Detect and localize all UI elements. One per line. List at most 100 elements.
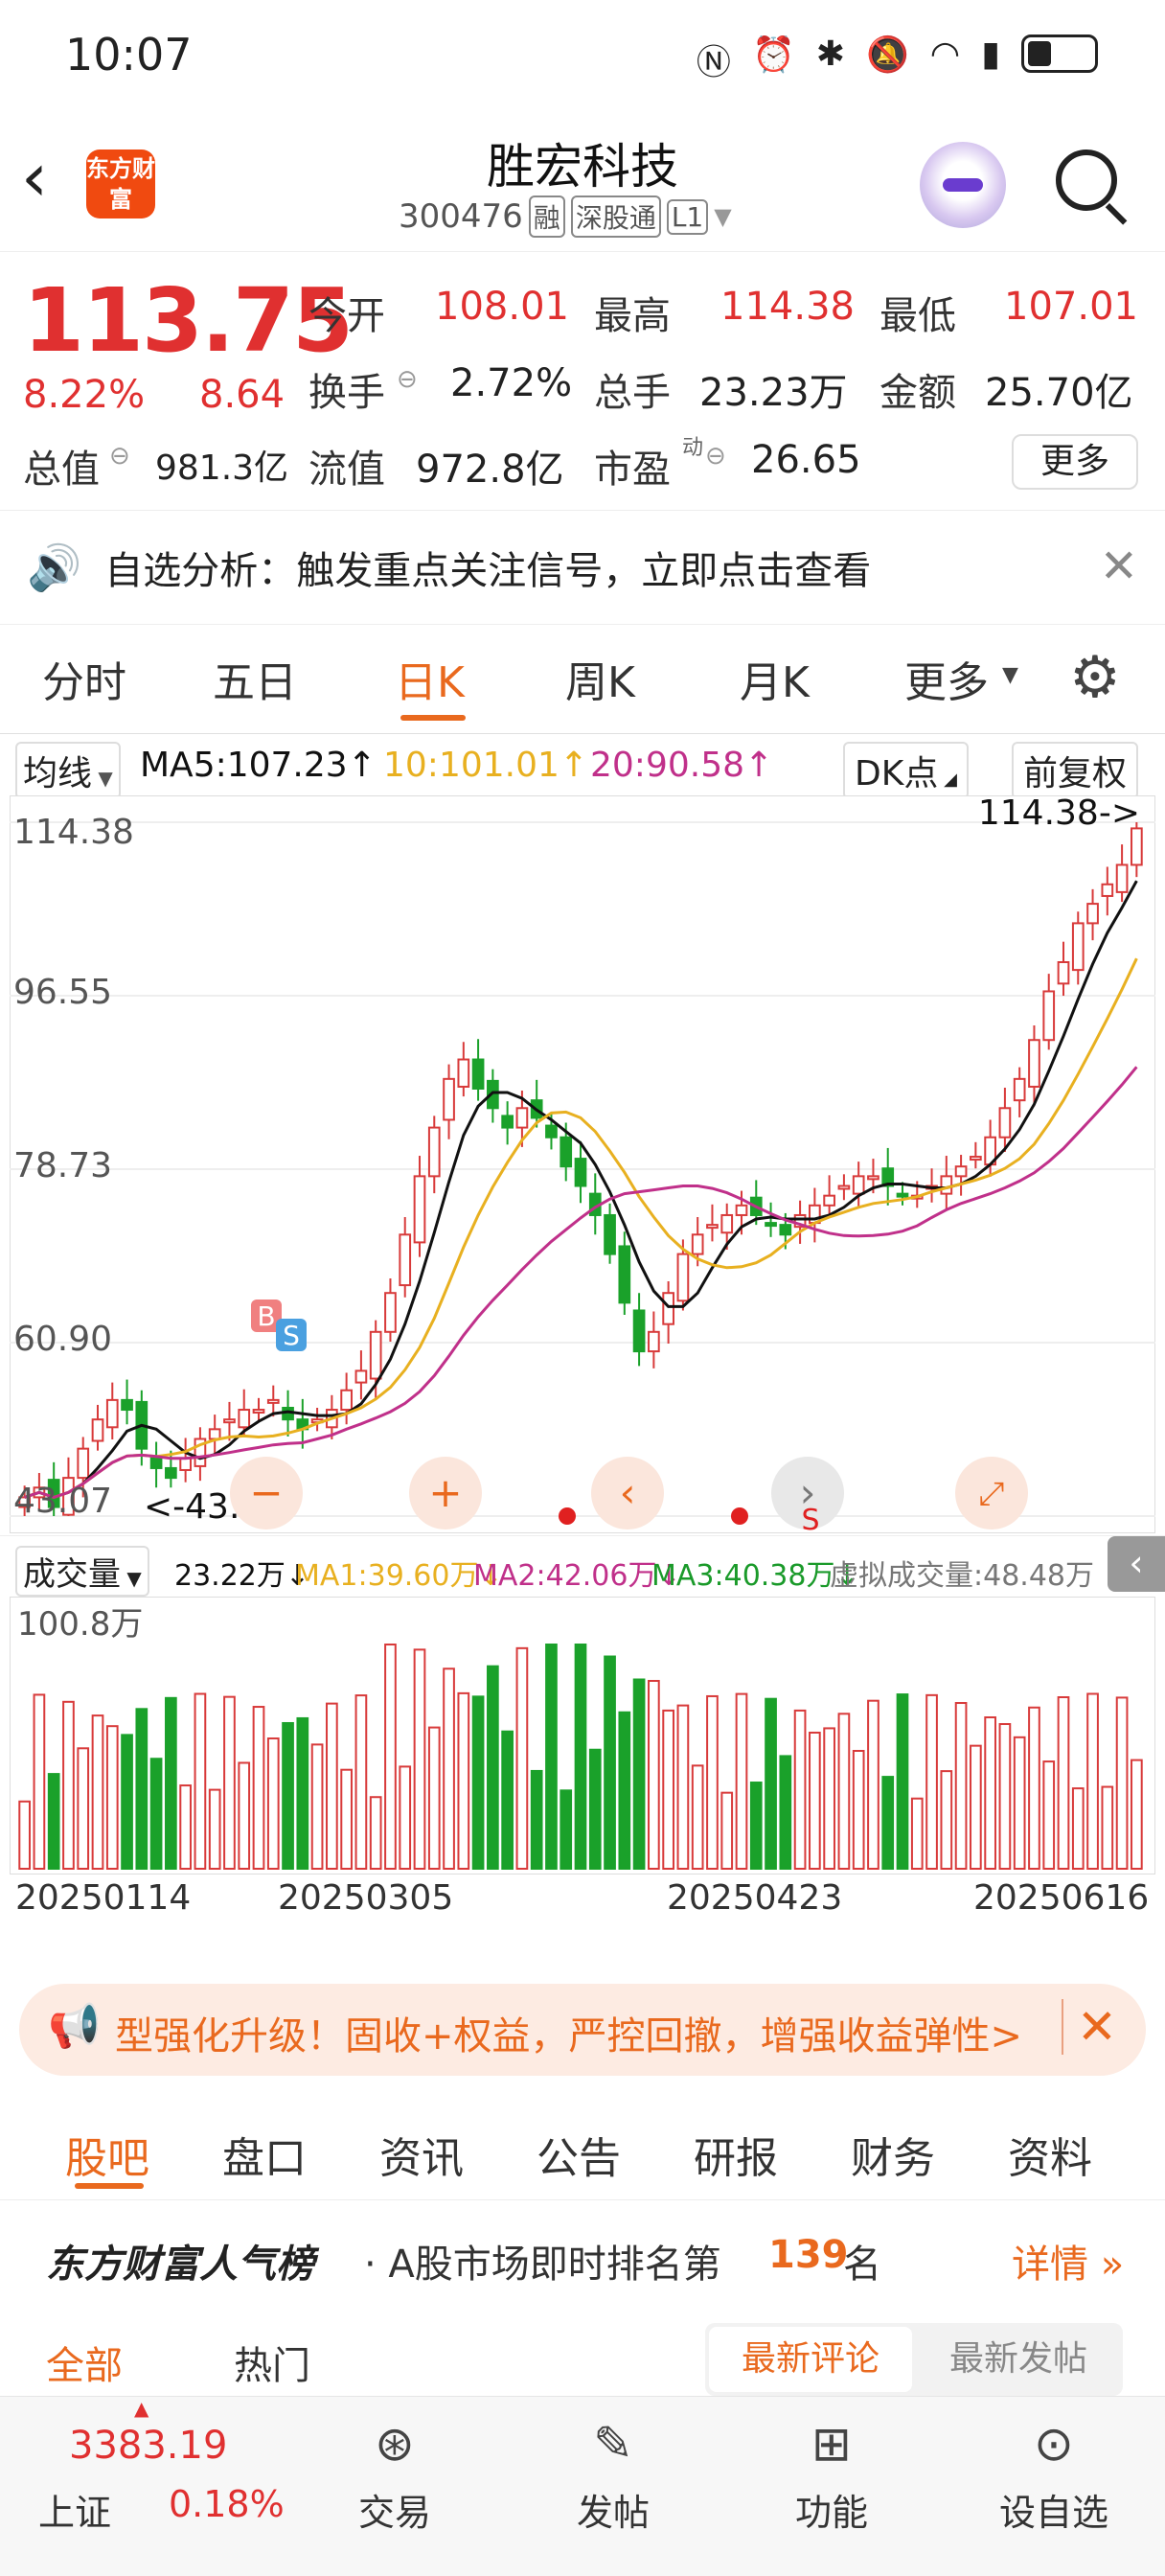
- volume-bar: [852, 1750, 865, 1871]
- low-value: 107.01: [1004, 285, 1138, 329]
- nav-functions[interactable]: ⊞ 功能: [755, 2416, 908, 2536]
- kline-chart[interactable]: 114.3896.5578.7360.9043.07 114.38-> <-43…: [10, 795, 1155, 1533]
- post-filter-tabs: 全部 热门 最新评论 最新发帖: [0, 2319, 1165, 2396]
- tab-monthly-k[interactable]: 月K: [740, 648, 810, 709]
- banner-close-icon[interactable]: ✕: [1062, 1999, 1117, 2055]
- speaker-icon: 🔊: [27, 540, 82, 593]
- pe-superscript: 动: [682, 436, 704, 460]
- tab-orderbook[interactable]: 盘口: [222, 2124, 307, 2185]
- tab-daily-k[interactable]: 日K: [395, 648, 465, 709]
- promo-banner[interactable]: 📢 型强化升级！固收+权益，严控回撤，增强收益弹性> ✕: [19, 1984, 1146, 2076]
- filter-hot[interactable]: 热门: [234, 2334, 310, 2390]
- nav-post[interactable]: ✎ 发帖: [537, 2416, 690, 2536]
- tab-news[interactable]: 资讯: [379, 2124, 464, 2185]
- signal-dot: [559, 1507, 576, 1525]
- notice-bar[interactable]: 🔊 自选分析：触发重点关注信号，立即点击查看 ✕: [0, 510, 1165, 625]
- candle-body: [384, 1292, 397, 1333]
- settings-gear-icon[interactable]: ⚙: [1069, 644, 1121, 711]
- volume-bar: [18, 1800, 31, 1870]
- volume-bar: [194, 1692, 207, 1870]
- notice-text: 自选分析：触发重点关注信号，立即点击查看: [104, 549, 872, 593]
- adjust-button[interactable]: 前复权: [1012, 742, 1139, 799]
- tab-financials[interactable]: 财务: [851, 2124, 935, 2185]
- volume-bar: [33, 1693, 46, 1870]
- y-tick-label: 43.07: [13, 1482, 112, 1521]
- candle-body: [998, 1107, 1012, 1138]
- candle-body: [91, 1418, 104, 1442]
- candle-body: [1042, 990, 1056, 1042]
- ma-selector[interactable]: 均线 ▼: [15, 742, 121, 799]
- tab-five-day[interactable]: 五日: [213, 648, 297, 709]
- status-icons: Ⓝ ⏰ ✱ 🔕 ◠ ▮: [697, 34, 1098, 84]
- tab-intraday[interactable]: 分时: [42, 648, 126, 709]
- volume-bar: [384, 1644, 397, 1870]
- dk-point-button[interactable]: DK点 ◢: [843, 742, 969, 799]
- volume-bar: [910, 1797, 924, 1870]
- vol-ma1: MA1:39.60万↓: [295, 1559, 503, 1593]
- nav-add-watchlist[interactable]: ⊙ 设自选: [977, 2416, 1131, 2536]
- close-icon[interactable]: ✕: [1100, 540, 1138, 593]
- tag-margin: 融: [528, 196, 565, 238]
- volume-bar: [881, 1776, 895, 1871]
- collapse-panel-button[interactable]: ‹: [1108, 1536, 1165, 1592]
- candle-body: [896, 1192, 909, 1198]
- change-value: 8.64: [199, 373, 286, 417]
- zoom-out-icon: −: [249, 1469, 283, 1516]
- candle-body: [266, 1398, 280, 1404]
- popularity-rank[interactable]: 东方财富人气榜 · A股市场即时排名第 139 名 详情 »: [0, 2214, 1165, 2300]
- candle-body: [165, 1466, 177, 1480]
- candle-body: [545, 1124, 558, 1138]
- volume-bar: [998, 1723, 1012, 1870]
- bluetooth-icon: ✱: [815, 34, 845, 74]
- volume-bar: [266, 1737, 280, 1870]
- more-button[interactable]: 更多: [1012, 434, 1138, 490]
- search-icon[interactable]: [1056, 150, 1128, 225]
- candle-body: [354, 1369, 368, 1384]
- volume-selector[interactable]: 成交量 ▼: [15, 1546, 149, 1597]
- tab-research[interactable]: 研报: [694, 2124, 778, 2185]
- nav-watchlist-label: 设自选: [998, 2492, 1108, 2534]
- sort-latest-comment[interactable]: 最新评论: [709, 2327, 912, 2392]
- x-axis-dates: 20250114 20250305 20250423 20250616: [0, 1878, 1165, 1926]
- rank-text-pre: · A股市场即时排名第: [364, 2242, 721, 2287]
- volume-bar: [1071, 1787, 1085, 1870]
- index-value[interactable]: 3383.19: [69, 2424, 227, 2468]
- volume-bar: [940, 1770, 953, 1871]
- volume-bar: [62, 1700, 75, 1870]
- candle-body: [105, 1398, 119, 1429]
- tab-more[interactable]: 更多: [904, 648, 989, 709]
- ma20-value: 20:90.58↑: [590, 746, 774, 785]
- ma-indicator-row: 均线 ▼ MA5:107.23↑ 10:101.01↑ 20:90.58↑ DK…: [0, 736, 1165, 799]
- candle-body: [238, 1409, 251, 1429]
- y-tick-label: 60.90: [13, 1320, 112, 1359]
- tab-announcements[interactable]: 公告: [537, 2124, 621, 2185]
- robot-avatar-icon[interactable]: [920, 142, 1006, 228]
- volume-bar: [1086, 1692, 1099, 1871]
- nav-post-label: 发帖: [576, 2492, 650, 2534]
- tab-weekly-k[interactable]: 周K: [565, 648, 635, 709]
- candle-body: [1057, 960, 1070, 985]
- nav-trade[interactable]: ⊛ 交易: [318, 2416, 471, 2536]
- candle-body: [852, 1175, 865, 1195]
- info-tabs: 股吧 盘口 资讯 公告 研报 财务 资料: [0, 2104, 1165, 2200]
- stock-code-line[interactable]: 300476 融 深股通 L1 ▼: [399, 196, 732, 238]
- rank-detail-link[interactable]: 详情 »: [1012, 2233, 1124, 2288]
- candle-body: [1131, 827, 1143, 866]
- amount-value: 25.70亿: [985, 371, 1133, 415]
- sort-latest-post[interactable]: 最新发帖: [918, 2327, 1119, 2392]
- volume-value: 23.23万: [699, 371, 848, 415]
- volume-chart[interactable]: 100.8万: [10, 1597, 1155, 1874]
- filter-all[interactable]: 全部: [46, 2334, 123, 2390]
- candle-body: [648, 1330, 660, 1353]
- tab-profile[interactable]: 资料: [1008, 2124, 1092, 2185]
- high-label: 最高: [594, 294, 671, 338]
- tab-forum[interactable]: 股吧: [65, 2124, 149, 2185]
- volume-bar: [954, 1702, 968, 1870]
- volume-bar: [676, 1704, 690, 1870]
- sell-marker[interactable]: S: [276, 1319, 307, 1351]
- volume-bar: [720, 1791, 734, 1871]
- candle-body: [765, 1222, 777, 1228]
- volume-bar: [749, 1782, 763, 1871]
- volume-bar: [326, 1702, 338, 1870]
- candle-body: [706, 1224, 719, 1230]
